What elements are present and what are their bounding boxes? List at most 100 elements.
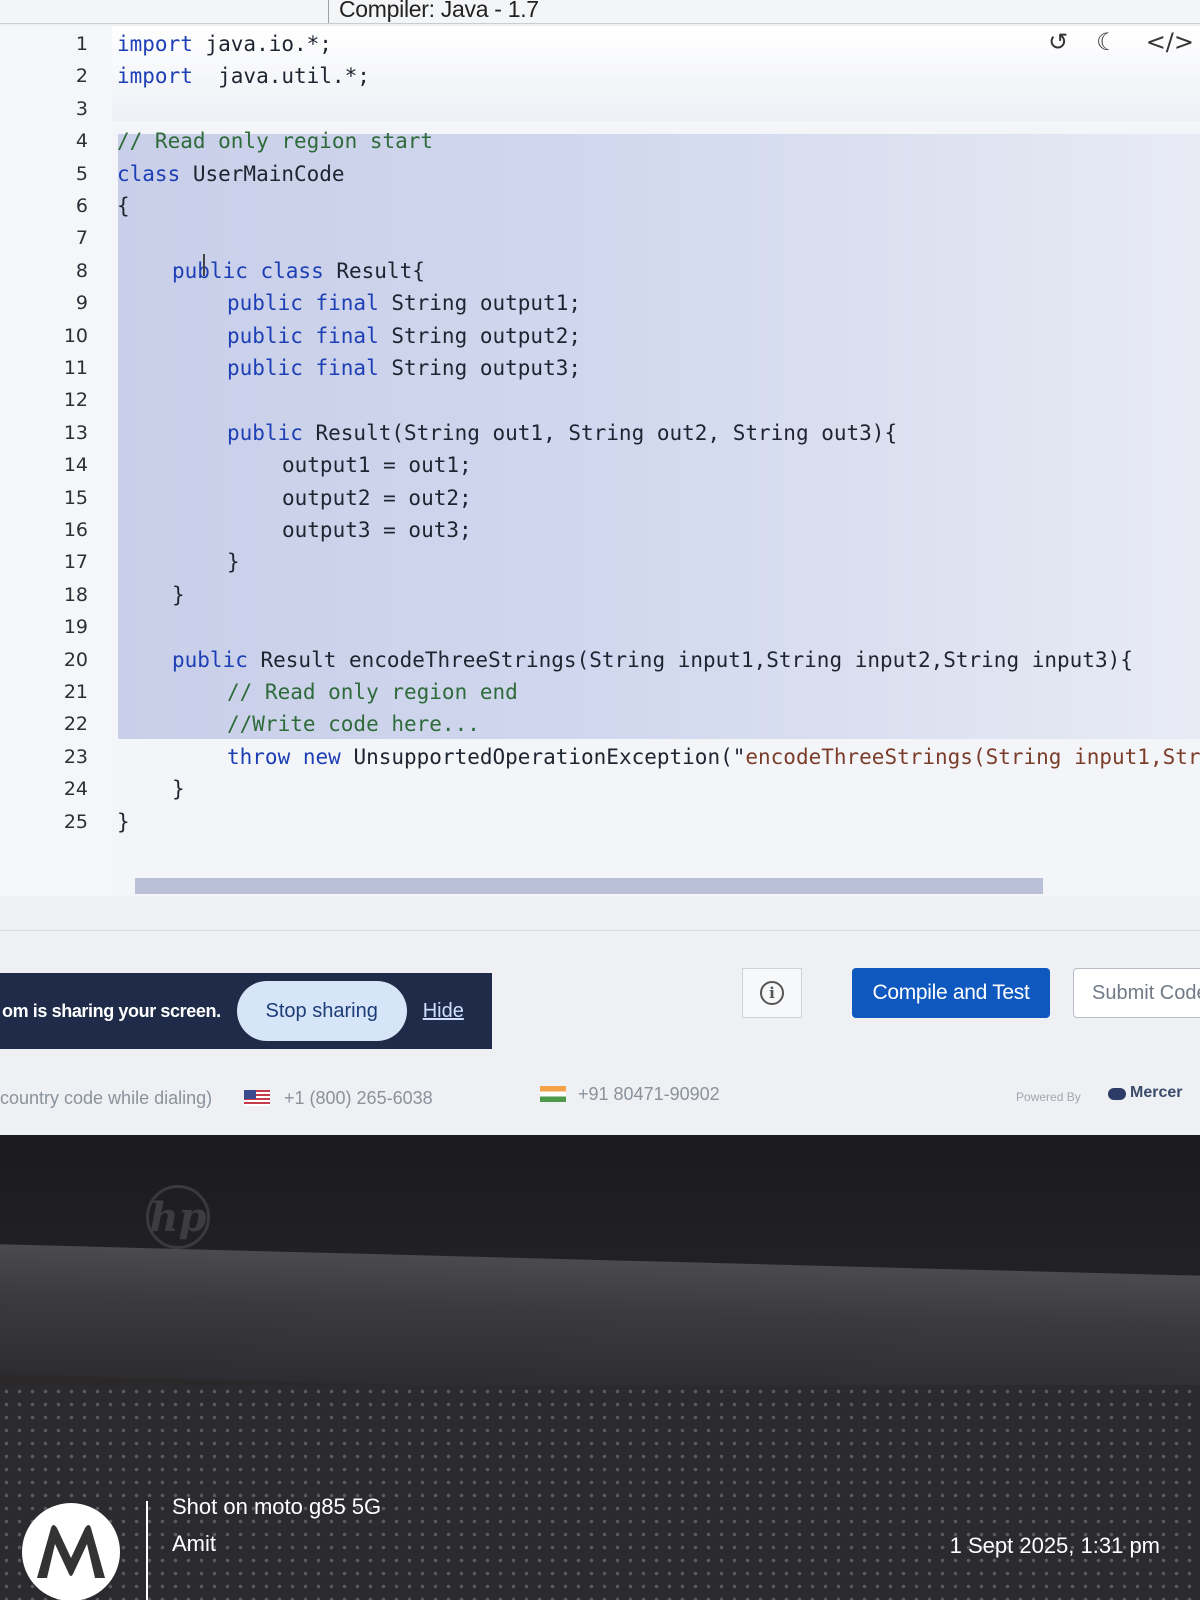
code-line[interactable]: 25}	[0, 806, 1200, 838]
line-number: 2	[75, 65, 88, 88]
device-label: Shot on moto g85 5G	[172, 1494, 382, 1519]
code-token: Result encodeThreeStrings(String input1,…	[247, 647, 1133, 672]
dark-mode-icon[interactable]: ☾	[1096, 30, 1118, 54]
motorola-logo-icon	[22, 1503, 120, 1600]
code-token: String output2;	[378, 323, 582, 348]
info-button[interactable]: i	[742, 968, 802, 1018]
code-line[interactable]: 2 import java.util.*;	[0, 60, 1200, 92]
history-icon[interactable]: ↺	[1048, 30, 1068, 54]
mercer-brand: Mercer	[1130, 1084, 1183, 1101]
code-text: public final String output2;	[227, 320, 581, 352]
line-number: 7	[75, 227, 88, 250]
watermark-divider	[146, 1501, 148, 1600]
code-line[interactable]: 22 //Write code here...	[0, 708, 1200, 740]
code-line[interactable]: 16 output3 = out3;	[0, 514, 1200, 546]
line-number: 10	[63, 324, 88, 347]
line-number: 1	[75, 33, 88, 55]
code-line[interactable]: 17}	[0, 546, 1200, 578]
compile-and-test-button[interactable]: Compile and Test	[852, 968, 1050, 1018]
line-number: 22	[63, 713, 88, 736]
code-text: output2 = out2;	[282, 482, 472, 514]
line-number: 18	[63, 583, 88, 606]
code-line[interactable]: 3	[0, 93, 1200, 125]
timestamp-label: 1 Sept 2025, 1:31 pm	[949, 1533, 1160, 1558]
line-number: 25	[63, 810, 88, 833]
code-token: }	[172, 582, 185, 607]
code-token: }	[117, 809, 130, 834]
code-line[interactable]: 12	[0, 384, 1200, 416]
line-number: 21	[63, 681, 88, 703]
keyword-token: throw new	[227, 744, 341, 769]
code-token: UnsupportedOperationException("	[340, 744, 746, 769]
code-token: output1 = out1;	[282, 453, 472, 478]
code-line[interactable]: 23 throw new UnsupportedOperationExceptio…	[0, 741, 1200, 773]
keyword-token: public	[172, 647, 248, 672]
stop-sharing-button[interactable]: Stop sharing	[236, 981, 407, 1041]
photo-watermark: Shot on moto g85 5G Amit 1 Sept 2025, 1:…	[22, 1494, 1200, 1600]
line-number: 6	[75, 195, 88, 217]
code-line[interactable]: 13 public Result(String out1, String out2…	[0, 417, 1200, 449]
code-line[interactable]: 6{	[0, 190, 1200, 222]
code-line[interactable]: 4 // Read only region start	[0, 125, 1200, 157]
line-number: 19	[63, 616, 88, 639]
code-line[interactable]: 20 public Result encodeThreeStrings(Strin…	[0, 644, 1200, 676]
code-line[interactable]: 14 output1 = out1;	[0, 449, 1200, 481]
text-cursor	[203, 254, 205, 276]
code-editor[interactable]: 1 import java.io.*; 2 import java.util.*; 3 4…	[0, 26, 1200, 896]
code-text: import java.util.*;	[117, 60, 370, 92]
code-token: Result(String out1, String out2, String …	[302, 420, 898, 445]
phone-in: +91 80471-90902	[578, 1084, 720, 1104]
editor-toolbar: ↺ ☾ </>	[1048, 30, 1194, 54]
india-flag-icon	[540, 1086, 566, 1102]
code-text: public Result encodeThreeStrings(String …	[172, 644, 1133, 676]
code-text: public Result(String out1, String out2, …	[227, 417, 897, 449]
code-token: java.util.*;	[192, 64, 370, 89]
code-token: }	[172, 777, 185, 802]
code-line[interactable]: 1 import java.io.*;	[0, 28, 1200, 60]
code-text: public class Result{	[172, 255, 425, 287]
code-token: output2 = out2;	[282, 485, 472, 510]
code-text: }	[172, 773, 185, 805]
code-text: class UserMainCode	[117, 158, 345, 190]
code-line[interactable]: 19	[0, 611, 1200, 643]
code-line[interactable]: 15 output2 = out2;	[0, 482, 1200, 514]
line-number: 11	[63, 357, 88, 379]
code-icon[interactable]: </>	[1146, 30, 1194, 54]
code-text: }	[172, 579, 185, 611]
line-number: 13	[63, 421, 88, 444]
code-text: throw new UnsupportedOperationException(…	[227, 741, 1200, 773]
compiler-label: Compiler: Java - 1.7	[328, 0, 549, 23]
line-number: 12	[63, 389, 88, 412]
code-text: {	[117, 190, 130, 222]
code-text: //Write code here...	[227, 708, 480, 740]
hide-link[interactable]: Hide	[423, 1000, 464, 1023]
code-line[interactable]: 8 public class Result{	[0, 255, 1200, 287]
code-line[interactable]: 5 class UserMainCode	[0, 158, 1200, 190]
code-line[interactable]: 10 public final String output2;	[0, 320, 1200, 352]
string-token: encodeThreeStrings(String input1,String	[745, 744, 1200, 769]
code-text: // Read only region end	[227, 676, 518, 708]
hp-logo: hp	[146, 1185, 210, 1249]
code-line[interactable]: 11 public final String output3;	[0, 352, 1200, 384]
code-line[interactable]: 18}	[0, 579, 1200, 611]
code-text: output3 = out3;	[282, 514, 472, 546]
line-number: 4	[75, 130, 88, 153]
powered-by-label: Powered By	[1016, 1090, 1081, 1104]
code-text: }	[227, 546, 240, 578]
code-line[interactable]: 9 public final String output1;	[0, 287, 1200, 319]
code-line[interactable]: 21 // Read only region end	[0, 676, 1200, 708]
keyword-token: public final	[227, 356, 379, 380]
line-number: 15	[63, 486, 88, 509]
line-number: 17	[63, 551, 88, 574]
code-line[interactable]: 7	[0, 222, 1200, 254]
line-number: 20	[63, 648, 88, 671]
horizontal-scrollbar[interactable]	[135, 878, 1043, 894]
editor-titlebar: Compiler: Java - 1.7	[0, 0, 1200, 24]
comment-token: //Write code here...	[227, 712, 480, 737]
submit-code-button[interactable]: Submit Code	[1073, 968, 1200, 1018]
code-token: {	[117, 194, 130, 218]
code-line[interactable]: 24}	[0, 773, 1200, 805]
us-flag-icon	[244, 1090, 270, 1106]
keyword-token: public	[227, 420, 303, 445]
code-token: String output3;	[378, 356, 582, 380]
